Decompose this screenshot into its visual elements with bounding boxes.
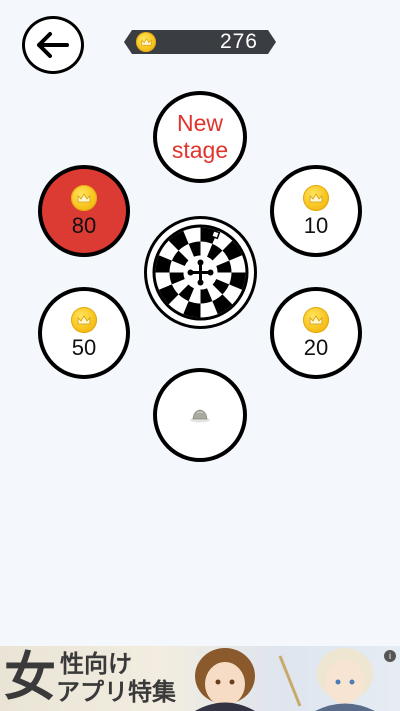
- roulette-wheel[interactable]: [143, 216, 258, 329]
- crown-coin-icon: [303, 185, 329, 211]
- balance-value: 276: [219, 30, 258, 53]
- bet-amount: 80: [71, 213, 97, 238]
- bet-amount: 20: [303, 335, 329, 360]
- coin-balance: 276: [124, 30, 276, 54]
- bet-slot-80[interactable]: 80: [38, 165, 130, 257]
- crown-coin-icon: [71, 307, 97, 333]
- ad-title-big: 女: [4, 647, 57, 708]
- bet-amount: 50: [71, 335, 97, 360]
- arrow-left-icon: [37, 32, 69, 58]
- crown-coin-icon: [136, 32, 156, 52]
- bet-slot-20[interactable]: 20: [270, 287, 362, 379]
- crown-coin-icon: [71, 185, 97, 211]
- bet-amount: 10: [303, 213, 329, 238]
- item-slot[interactable]: [153, 368, 247, 462]
- bet-slot-10[interactable]: 10: [270, 165, 362, 257]
- ad-character-illustration: [195, 648, 375, 711]
- rock-icon: [190, 409, 210, 423]
- roulette-wheel-icon: [144, 216, 257, 329]
- bet-slot-50[interactable]: 50: [38, 287, 130, 379]
- back-button[interactable]: [22, 16, 84, 74]
- ad-title-line1: 性向け: [60, 649, 132, 678]
- ad-info-icon[interactable]: i: [384, 650, 396, 662]
- ad-title-line2: アプリ特集: [56, 677, 176, 706]
- new-stage-button[interactable]: New stage: [153, 91, 247, 183]
- new-stage-label: New stage: [171, 110, 229, 163]
- crown-coin-icon: [303, 307, 329, 333]
- ad-banner[interactable]: 女 性向け アプリ特集 i: [0, 646, 400, 711]
